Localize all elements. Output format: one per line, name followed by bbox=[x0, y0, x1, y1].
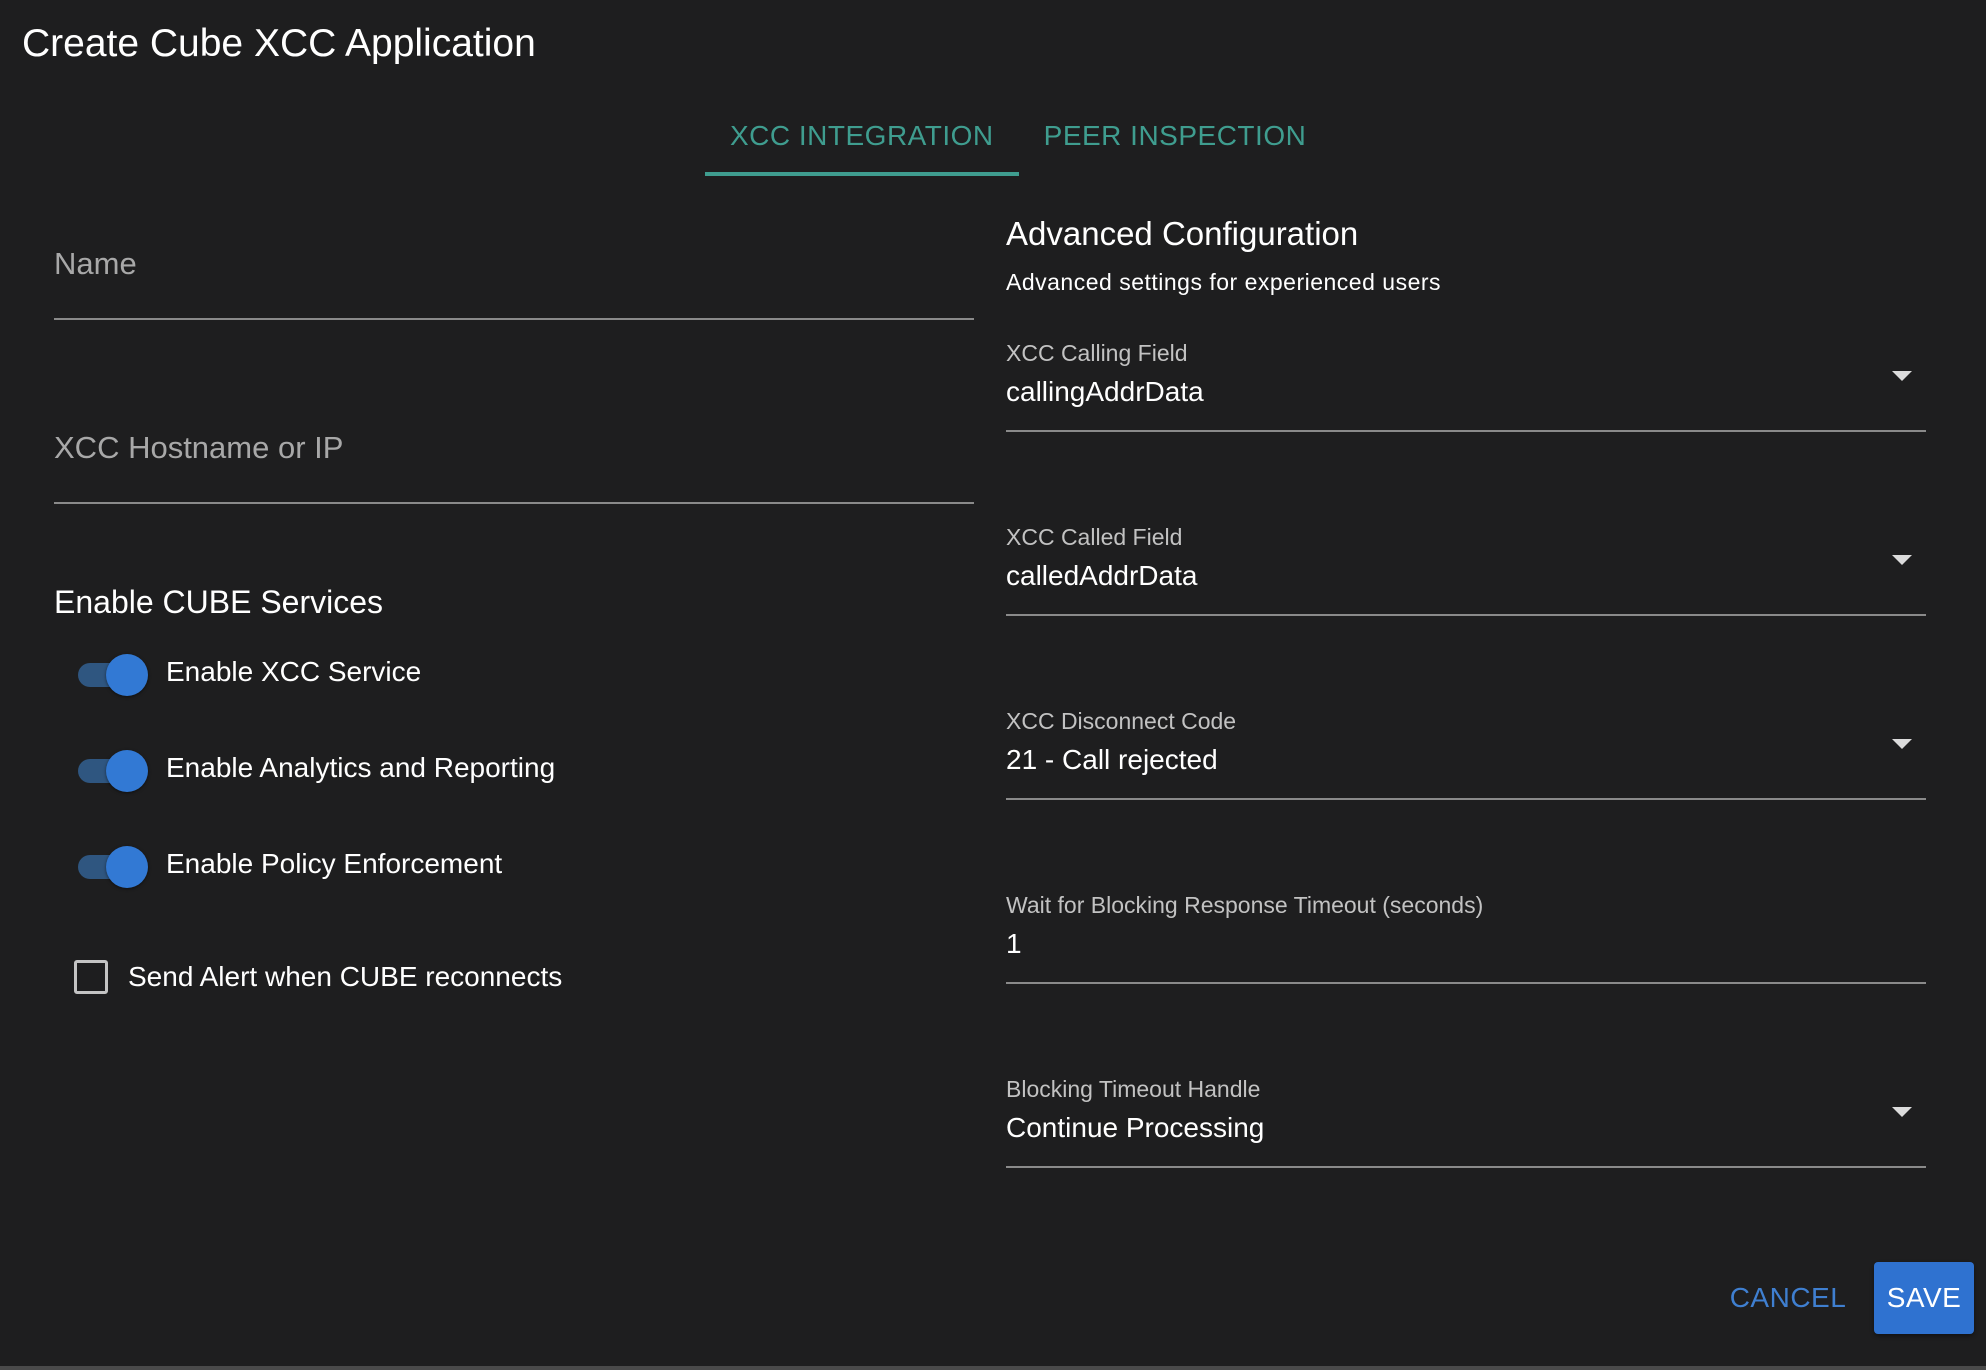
checkbox-unchecked-icon[interactable] bbox=[74, 960, 108, 994]
field-value: 1 bbox=[1006, 928, 1022, 959]
field-label: XCC Called Field bbox=[1006, 524, 1183, 550]
xcc-calling-field-select[interactable]: XCC Calling Field callingAddrData bbox=[1006, 338, 1926, 432]
field-value: 21 - Call rejected bbox=[1006, 744, 1218, 775]
field-label: Blocking Timeout Handle bbox=[1006, 1076, 1261, 1102]
create-application-dialog: Create Cube XCC Application XCC INTEGRAT… bbox=[0, 0, 1986, 1366]
toggle-policy-enforcement[interactable]: Enable Policy Enforcement bbox=[76, 839, 502, 889]
send-alert-checkbox-row[interactable]: Send Alert when CUBE reconnects bbox=[74, 955, 562, 999]
dropdown-arrow-icon[interactable] bbox=[1892, 555, 1912, 565]
tab-xcc-integration[interactable]: XCC INTEGRATION bbox=[705, 110, 1019, 176]
field-label: XCC Calling Field bbox=[1006, 340, 1188, 366]
switch-on-icon[interactable] bbox=[76, 743, 148, 793]
xcc-hostname-field[interactable]: XCC Hostname or IP bbox=[54, 384, 974, 504]
toggle-label: Enable XCC Service bbox=[166, 656, 422, 687]
field-value: Continue Processing bbox=[1006, 1112, 1265, 1143]
name-field-placeholder: Name bbox=[54, 246, 137, 281]
tab-bar: XCC INTEGRATION PEER INSPECTION bbox=[705, 110, 1331, 176]
field-label: XCC Disconnect Code bbox=[1006, 708, 1237, 734]
switch-on-icon[interactable] bbox=[76, 839, 148, 889]
save-button[interactable]: SAVE bbox=[1874, 1262, 1974, 1334]
xcc-hostname-placeholder: XCC Hostname or IP bbox=[54, 430, 344, 465]
toggle-analytics-reporting[interactable]: Enable Analytics and Reporting bbox=[76, 743, 555, 793]
field-value: callingAddrData bbox=[1006, 376, 1204, 407]
blocking-response-timeout-input[interactable]: Wait for Blocking Response Timeout (seco… bbox=[1006, 890, 1926, 984]
dropdown-arrow-icon[interactable] bbox=[1892, 1107, 1912, 1117]
cube-services-heading: Enable CUBE Services bbox=[54, 584, 384, 620]
toggle-label: Enable Analytics and Reporting bbox=[166, 752, 556, 783]
blocking-timeout-handle-select[interactable]: Blocking Timeout Handle Continue Process… bbox=[1006, 1074, 1926, 1168]
dropdown-arrow-icon[interactable] bbox=[1892, 371, 1912, 381]
cancel-button[interactable]: CANCEL bbox=[1722, 1262, 1854, 1334]
dropdown-arrow-icon[interactable] bbox=[1892, 739, 1912, 749]
toggle-label: Enable Policy Enforcement bbox=[166, 848, 503, 879]
switch-on-icon[interactable] bbox=[76, 647, 148, 697]
dialog-bottom-divider bbox=[0, 1366, 1986, 1370]
field-label: Wait for Blocking Response Timeout (seco… bbox=[1006, 892, 1484, 918]
xcc-disconnect-code-select[interactable]: XCC Disconnect Code 21 - Call rejected bbox=[1006, 706, 1926, 800]
field-value: calledAddrData bbox=[1006, 560, 1198, 591]
toggle-xcc-service[interactable]: Enable XCC Service bbox=[76, 647, 421, 697]
name-field[interactable]: Name bbox=[54, 200, 974, 320]
tab-peer-inspection[interactable]: PEER INSPECTION bbox=[1019, 110, 1332, 176]
advanced-config-subtitle: Advanced settings for experienced users bbox=[1006, 269, 1442, 295]
xcc-called-field-select[interactable]: XCC Called Field calledAddrData bbox=[1006, 522, 1926, 616]
dialog-title: Create Cube XCC Application bbox=[22, 22, 536, 65]
send-alert-label: Send Alert when CUBE reconnects bbox=[128, 961, 563, 992]
advanced-config-title: Advanced Configuration bbox=[1006, 215, 1359, 252]
